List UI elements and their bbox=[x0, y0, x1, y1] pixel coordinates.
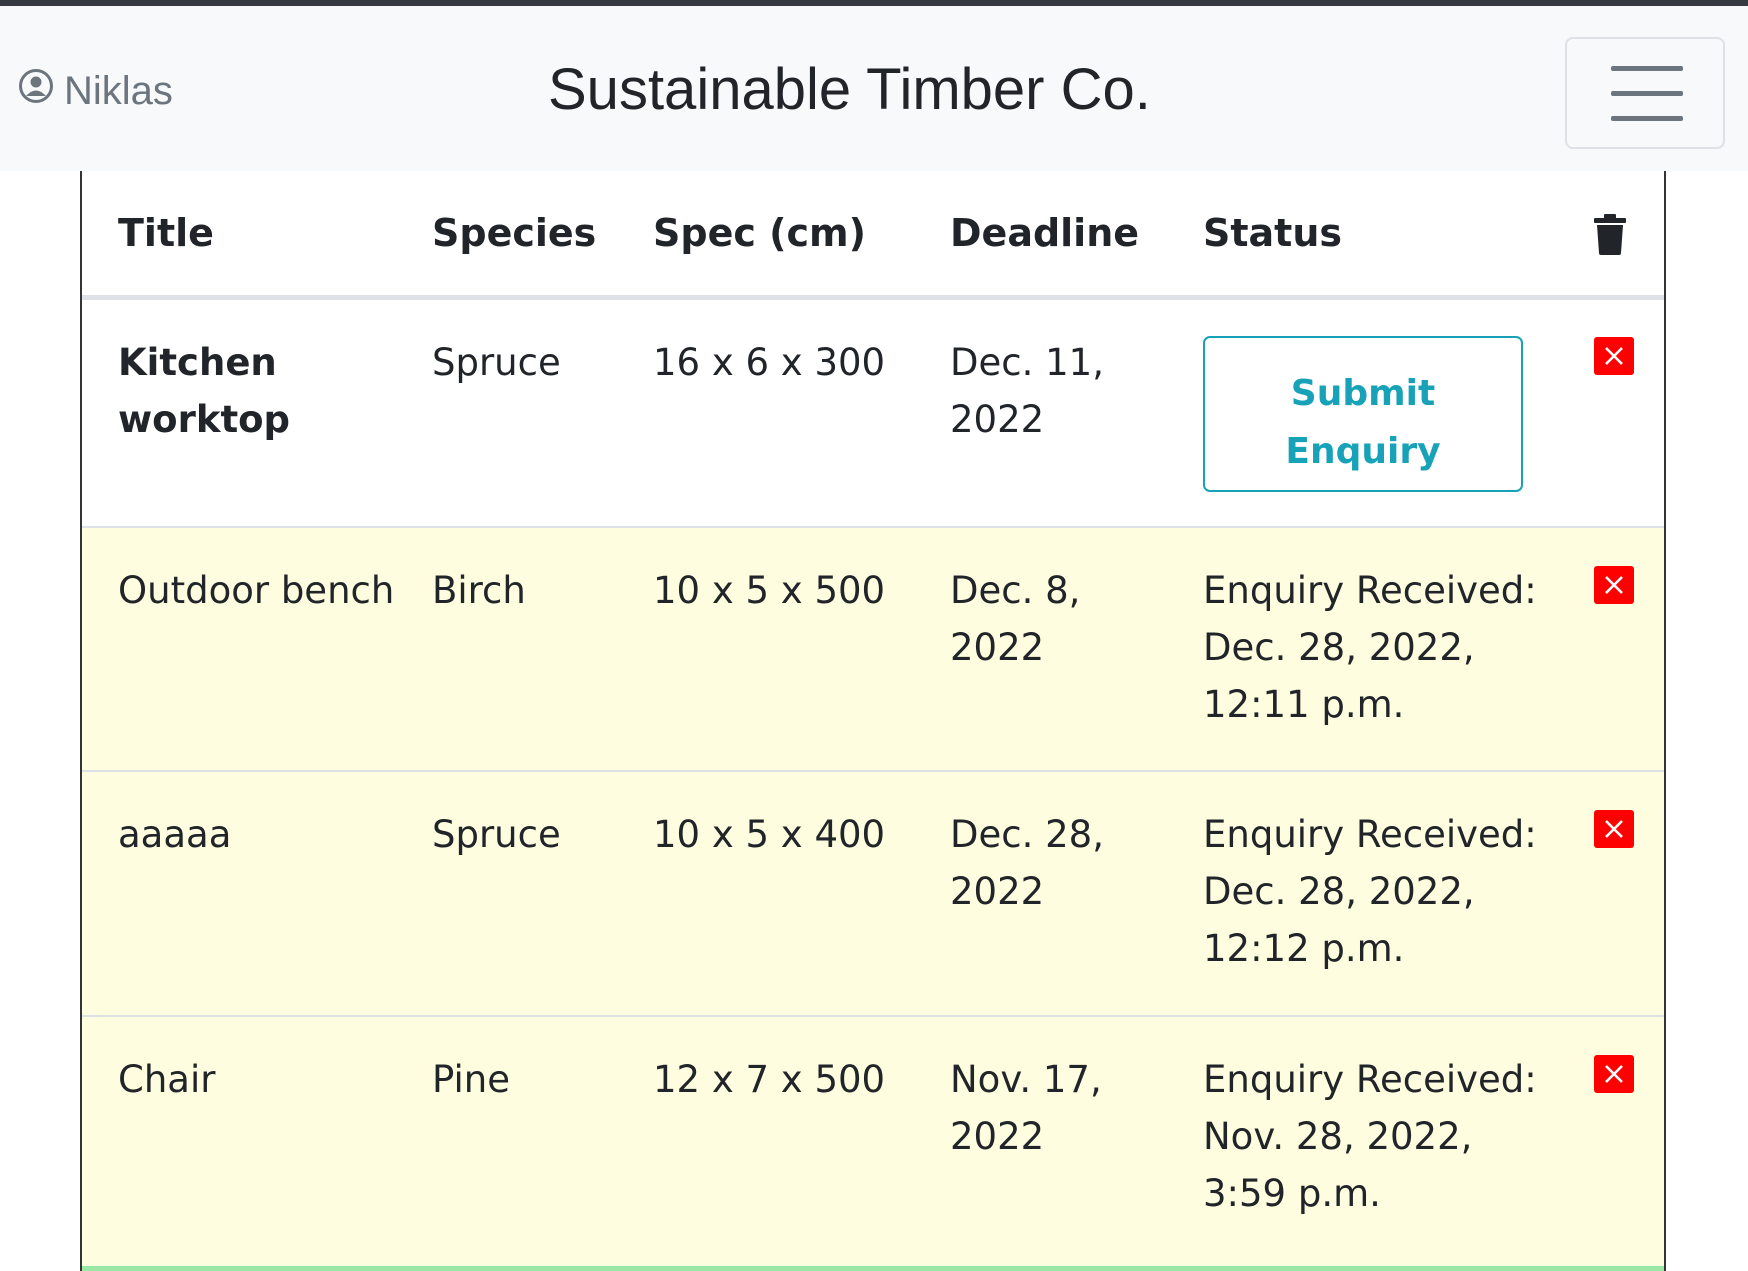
hamburger-menu-icon[interactable] bbox=[1565, 37, 1725, 149]
table-row: Chair Pine 12 x 7 x 500 Nov. 17, 2022 En… bbox=[82, 1017, 1664, 1271]
header-status: Status bbox=[1203, 211, 1343, 255]
table-row: Kitchen worktop Spruce 16 x 6 x 300 Dec.… bbox=[82, 300, 1664, 528]
row-deadline: Nov. 17, 2022 bbox=[950, 1058, 1102, 1158]
close-icon[interactable] bbox=[1594, 337, 1634, 375]
close-icon[interactable] bbox=[1594, 810, 1634, 848]
brand-title[interactable]: Sustainable Timber Co. bbox=[548, 56, 1151, 123]
submit-enquiry-button[interactable]: Submit Enquiry bbox=[1203, 336, 1523, 492]
row-accent-border bbox=[82, 1266, 1664, 1271]
table-header: Title Species Spec (cm) Deadline Status bbox=[82, 171, 1664, 300]
row-species: Birch bbox=[432, 569, 526, 612]
row-deadline: Dec. 11, 2022 bbox=[950, 341, 1104, 441]
header-title: Title bbox=[118, 211, 214, 255]
user-circle-icon bbox=[18, 68, 64, 114]
table-row: Outdoor bench Birch 10 x 5 x 500 Dec. 8,… bbox=[82, 528, 1664, 772]
row-spec: 12 x 7 x 500 bbox=[653, 1058, 886, 1101]
row-status: Enquiry Received: Dec. 28, 2022, 12:11 p… bbox=[1203, 569, 1537, 726]
row-spec: 10 x 5 x 500 bbox=[653, 569, 886, 612]
row-status: Enquiry Received: Dec. 28, 2022, 12:12 p… bbox=[1203, 813, 1537, 970]
row-title: Chair bbox=[118, 1058, 216, 1101]
row-title: aaaaa bbox=[118, 813, 232, 856]
enquiries-table: Title Species Spec (cm) Deadline Status … bbox=[80, 171, 1666, 1271]
row-spec: 16 x 6 x 300 bbox=[653, 341, 886, 384]
row-species: Pine bbox=[432, 1058, 510, 1101]
row-title: Kitchen worktop bbox=[118, 341, 291, 441]
trash-icon bbox=[1592, 213, 1628, 260]
row-deadline: Dec. 28, 2022 bbox=[950, 813, 1104, 913]
row-species: Spruce bbox=[432, 813, 561, 856]
table-row: aaaaa Spruce 10 x 5 x 400 Dec. 28, 2022 … bbox=[82, 772, 1664, 1017]
row-spec: 10 x 5 x 400 bbox=[653, 813, 886, 856]
header-deadline: Deadline bbox=[950, 211, 1140, 255]
row-title: Outdoor bench bbox=[118, 569, 395, 612]
close-icon[interactable] bbox=[1594, 1055, 1634, 1093]
row-status: Enquiry Received: Nov. 28, 2022, 3:59 p.… bbox=[1203, 1058, 1537, 1215]
row-species: Spruce bbox=[432, 341, 561, 384]
row-deadline: Dec. 8, 2022 bbox=[950, 569, 1081, 669]
header-species: Species bbox=[432, 211, 597, 255]
navbar: Niklas Sustainable Timber Co. bbox=[0, 6, 1748, 171]
user-name: Niklas bbox=[64, 68, 173, 113]
header-spec: Spec (cm) bbox=[653, 211, 866, 255]
close-icon[interactable] bbox=[1594, 566, 1634, 604]
user-account[interactable]: Niklas bbox=[18, 68, 173, 114]
